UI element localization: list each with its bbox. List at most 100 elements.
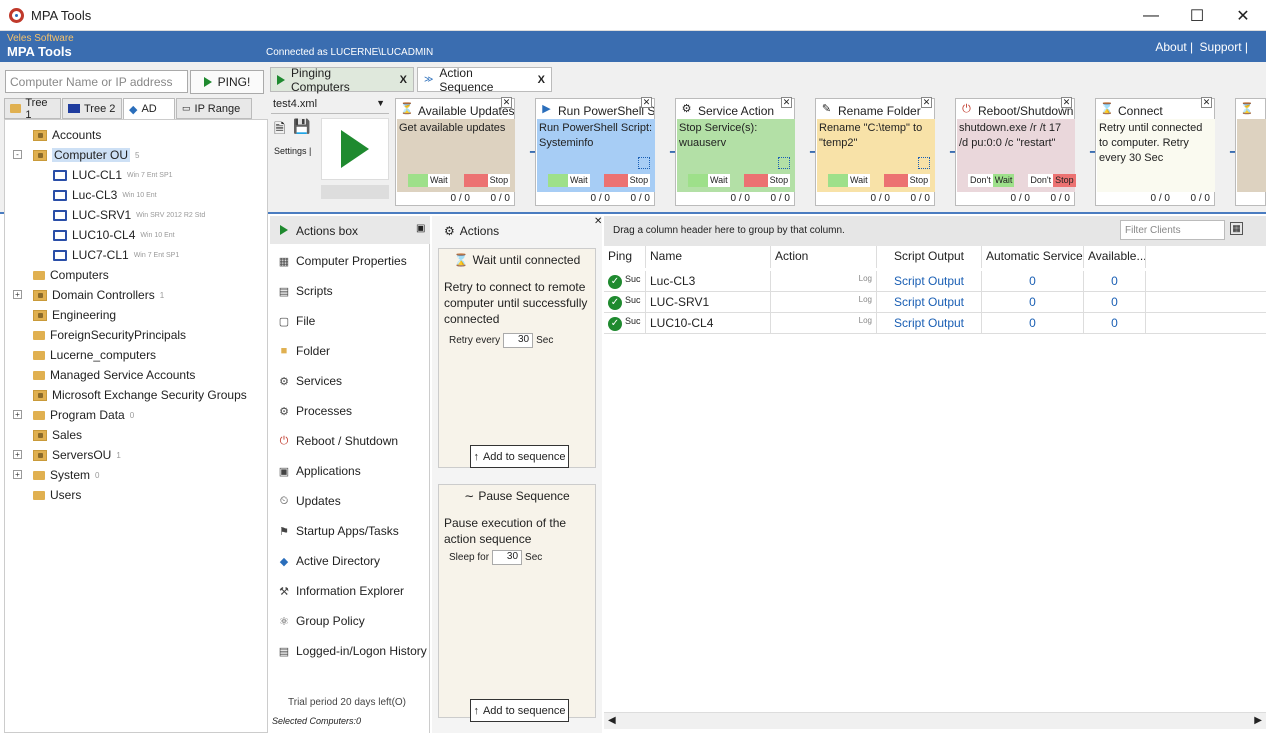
- expand-icon[interactable]: +: [13, 290, 22, 299]
- action-processes[interactable]: ⚙ Processes: [278, 401, 352, 421]
- close-icon[interactable]: ✕: [1201, 97, 1212, 108]
- table-row[interactable]: ✓ Suc LUC10-CL4 Log Script Output 0 0: [604, 313, 1266, 334]
- tree-item-computer[interactable]: Luc-CL3 Win 10 Ent: [53, 186, 157, 204]
- column-header-name[interactable]: Name: [646, 246, 771, 268]
- dont-wait-button[interactable]: Don't: [968, 174, 993, 187]
- horizontal-scrollbar[interactable]: ◀ ▶: [604, 712, 1266, 729]
- action-group-policy[interactable]: ⚛ Group Policy: [278, 611, 365, 631]
- tree-item-computers[interactable]: Computers: [33, 266, 109, 284]
- tree-item-domain-controllers[interactable]: Domain Controllers 1: [33, 286, 164, 304]
- column-header-action[interactable]: Action: [771, 246, 877, 268]
- action-reboot-shutdown[interactable]: ⏻ Reboot / Shutdown: [278, 431, 398, 451]
- save-icon[interactable]: 💾: [293, 118, 310, 135]
- action-wait-until-connected[interactable]: ⌛ Wait until connected Retry to connect t…: [438, 248, 596, 468]
- log-button[interactable]: Log: [771, 292, 877, 313]
- wait-button[interactable]: Wait: [568, 174, 590, 187]
- tree-item-lucerne-computers[interactable]: Lucerne_computers: [33, 346, 156, 364]
- open-file-icon[interactable]: 🗎: [274, 118, 285, 142]
- sleep-seconds-input[interactable]: 30: [492, 550, 523, 565]
- sequence-card-run-powershell[interactable]: ▶Run PowerShell Script ✕ Run PowerShell …: [535, 97, 655, 206]
- available-cell[interactable]: 0: [1084, 313, 1146, 334]
- add-to-sequence-button[interactable]: ↑ Add to sequence: [470, 445, 569, 468]
- wait-button[interactable]: Wait: [848, 174, 870, 187]
- column-header-available[interactable]: Available...: [1084, 246, 1146, 268]
- tab-pinging-computers[interactable]: Pinging Computers X: [270, 66, 414, 94]
- tree-item-servers-ou[interactable]: ServersOU 1: [33, 446, 121, 464]
- settings-link[interactable]: Settings |: [274, 146, 311, 156]
- tree-item-exchange-security-groups[interactable]: Microsoft Exchange Security Groups: [33, 386, 247, 404]
- tree-item-program-data[interactable]: Program Data 0: [33, 406, 134, 424]
- retry-seconds-input[interactable]: 30: [503, 333, 534, 348]
- tab-ip-range[interactable]: ▭ IP Range: [176, 98, 252, 119]
- action-updates[interactable]: ⏲ Updates: [278, 491, 341, 511]
- script-output-link[interactable]: Script Output: [877, 271, 982, 292]
- column-header-automatic-services[interactable]: Automatic Services: [982, 246, 1084, 268]
- sequence-card-service-action[interactable]: ⚙ Service Action ✕ Stop Service(s): wuaus…: [675, 97, 795, 206]
- ping-button[interactable]: PING!: [190, 70, 264, 94]
- maximize-button[interactable]: ☐: [1174, 0, 1220, 31]
- action-startup-apps[interactable]: ⚑ Startup Apps/Tasks: [278, 521, 399, 541]
- sequence-file-select[interactable]: test4.xml ▼: [271, 96, 389, 114]
- action-logon-history[interactable]: ▤ Logged-in/Logon History: [278, 641, 427, 661]
- automatic-services-cell[interactable]: 0: [982, 271, 1084, 292]
- close-button[interactable]: ✕: [1220, 0, 1266, 31]
- run-sequence-button[interactable]: [321, 118, 389, 180]
- sequence-card-reboot-shutdown[interactable]: ⏻ Reboot/Shutdown ✕ shutdown.exe /r /t 17…: [955, 97, 1076, 206]
- expand-icon[interactable]: [638, 157, 650, 169]
- automatic-services-cell[interactable]: 0: [982, 313, 1084, 334]
- tree-item-computer[interactable]: LUC-CL1 Win 7 Ent SP1: [53, 166, 173, 184]
- sequence-card-connect[interactable]: ⌛ Connect ✕ Retry until connected to comp…: [1095, 97, 1215, 206]
- table-row[interactable]: ✓ Suc Luc-CL3 Log Script Output 0 0: [604, 271, 1266, 292]
- tree-item-engineering[interactable]: Engineering: [33, 306, 116, 324]
- sequence-card-rename-folder[interactable]: ✎ Rename Folder ✕ Rename "C:\temp" to "te…: [815, 97, 935, 206]
- wait-button[interactable]: Wait: [708, 174, 730, 187]
- tree-item-computer[interactable]: LUC10-CL4 Win 10 Ent: [53, 226, 175, 244]
- tree-item-users[interactable]: Users: [33, 486, 81, 504]
- export-icon[interactable]: ▦: [1230, 222, 1243, 235]
- tree-item-system[interactable]: System 0: [33, 466, 99, 484]
- stop-button[interactable]: Stop: [907, 174, 931, 187]
- expand-icon[interactable]: +: [13, 410, 22, 419]
- pin-icon[interactable]: ▣: [416, 223, 425, 234]
- tree-item-foreign-security-principals[interactable]: ForeignSecurityPrincipals: [33, 326, 186, 344]
- tree-item-sales[interactable]: Sales: [33, 426, 82, 444]
- stop-button[interactable]: Stop: [627, 174, 651, 187]
- filter-clients-input[interactable]: Filter Clients: [1120, 220, 1225, 240]
- close-icon[interactable]: ✕: [1061, 97, 1072, 108]
- add-to-sequence-button[interactable]: ↑ Add to sequence: [470, 699, 569, 722]
- action-services[interactable]: ⚙ Services: [278, 371, 342, 391]
- actions-box-header[interactable]: Actions box ▣: [270, 216, 430, 244]
- wait-button[interactable]: Wait: [428, 174, 450, 187]
- scroll-right-icon[interactable]: ▶: [1254, 715, 1262, 726]
- log-button[interactable]: Log: [771, 313, 877, 334]
- expand-icon[interactable]: [778, 157, 790, 169]
- close-icon[interactable]: ✕: [501, 97, 512, 108]
- tab-action-sequence[interactable]: ≫ Action Sequence X: [417, 66, 552, 94]
- log-button[interactable]: Log: [771, 271, 877, 292]
- script-output-link[interactable]: Script Output: [877, 292, 982, 313]
- sequence-card-partial[interactable]: ⏳: [1235, 98, 1266, 206]
- action-applications[interactable]: ▣ Applications: [278, 461, 361, 481]
- tree-item-accounts[interactable]: Accounts: [33, 126, 101, 144]
- column-header-ping[interactable]: Ping: [604, 246, 646, 268]
- action-computer-properties[interactable]: ▦ Computer Properties: [278, 251, 407, 271]
- expand-icon[interactable]: [918, 157, 930, 169]
- about-link[interactable]: About |: [1155, 40, 1193, 54]
- script-output-link[interactable]: Script Output: [877, 313, 982, 334]
- action-file[interactable]: ▢ File: [278, 311, 316, 331]
- action-pause-sequence[interactable]: ∼ Pause Sequence Pause execution of the a…: [438, 484, 596, 718]
- tree-item-computer-ou[interactable]: Computer OU 5: [33, 146, 139, 164]
- action-folder[interactable]: ■ Folder: [278, 341, 330, 361]
- table-row[interactable]: ✓ Suc LUC-SRV1 Log Script Output 0 0: [604, 292, 1266, 313]
- stop-button[interactable]: Stop: [1053, 174, 1076, 187]
- automatic-services-cell[interactable]: 0: [982, 292, 1084, 313]
- close-icon[interactable]: ✕: [641, 97, 652, 108]
- support-link[interactable]: Support |: [1200, 40, 1248, 54]
- scroll-left-icon[interactable]: ◀: [608, 715, 616, 726]
- close-icon[interactable]: X: [400, 74, 407, 86]
- collapse-icon[interactable]: -: [13, 150, 22, 159]
- sequence-card-available-updates[interactable]: ⏳ Available Updates ✕ Get available updat…: [395, 97, 515, 206]
- available-cell[interactable]: 0: [1084, 292, 1146, 313]
- stop-button[interactable]: Stop: [767, 174, 791, 187]
- action-active-directory[interactable]: ◆ Active Directory: [278, 551, 380, 571]
